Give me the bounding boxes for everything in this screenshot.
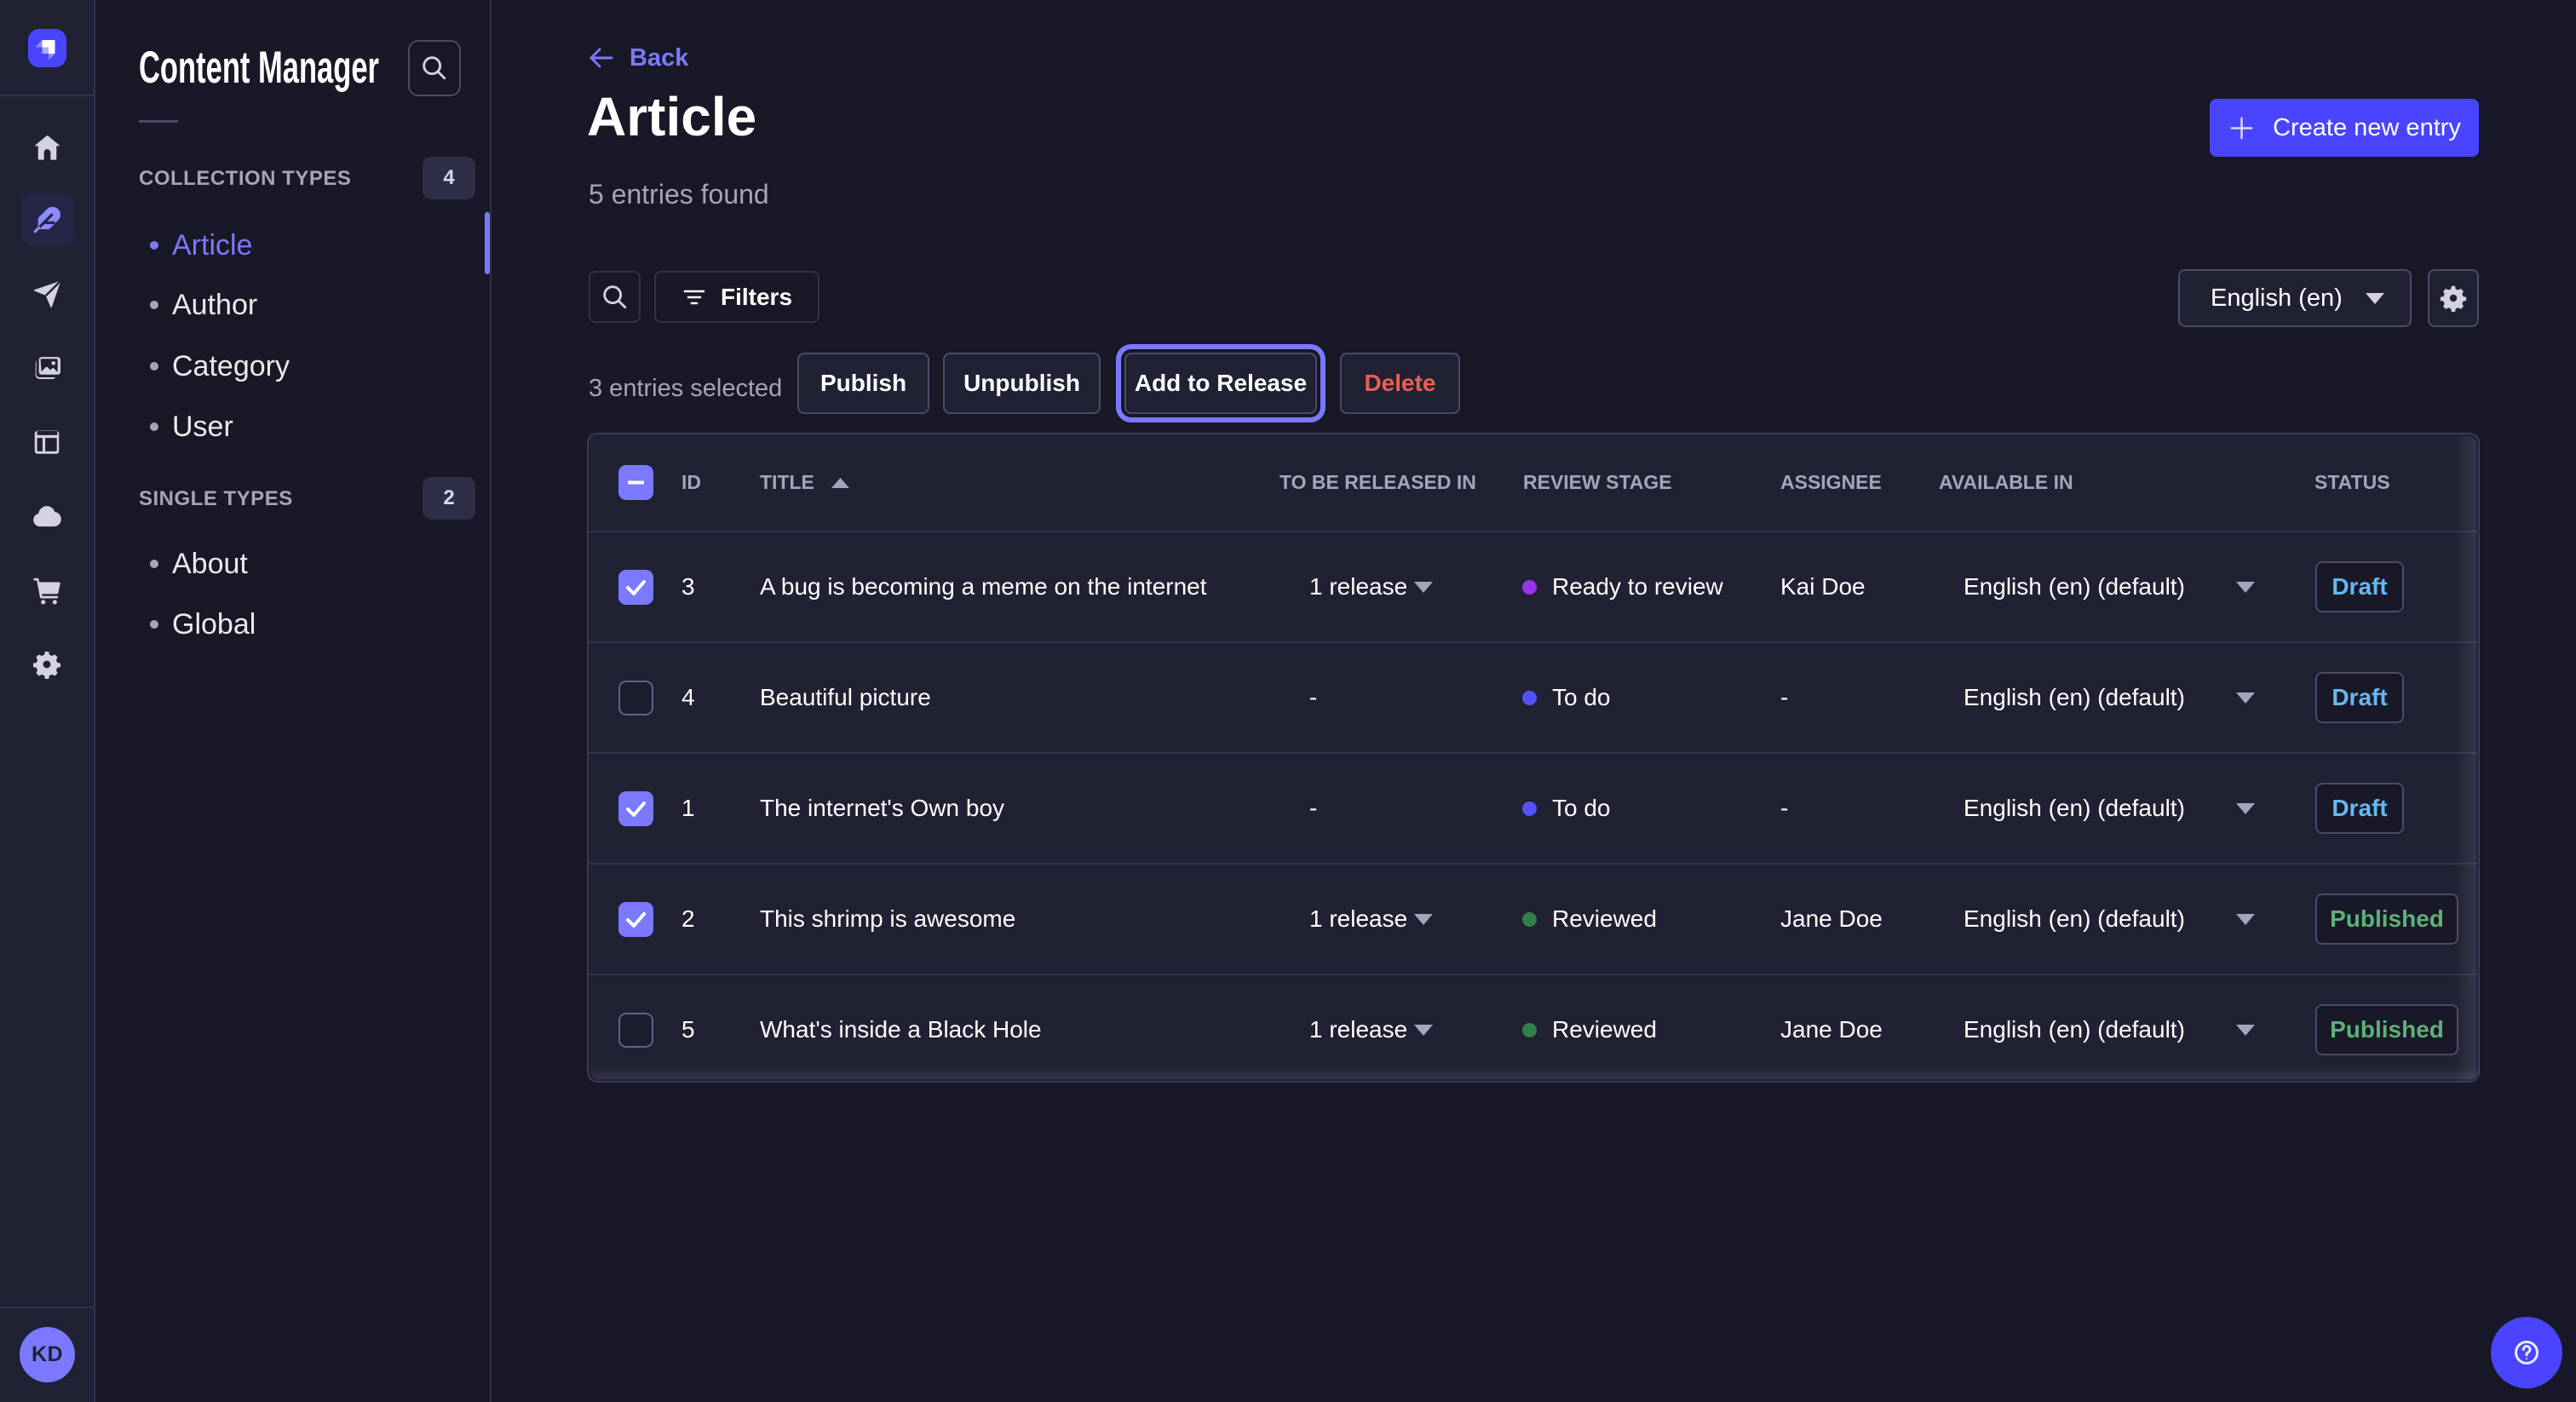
svg-text:Content Manager: Content Manager [139,43,379,93]
